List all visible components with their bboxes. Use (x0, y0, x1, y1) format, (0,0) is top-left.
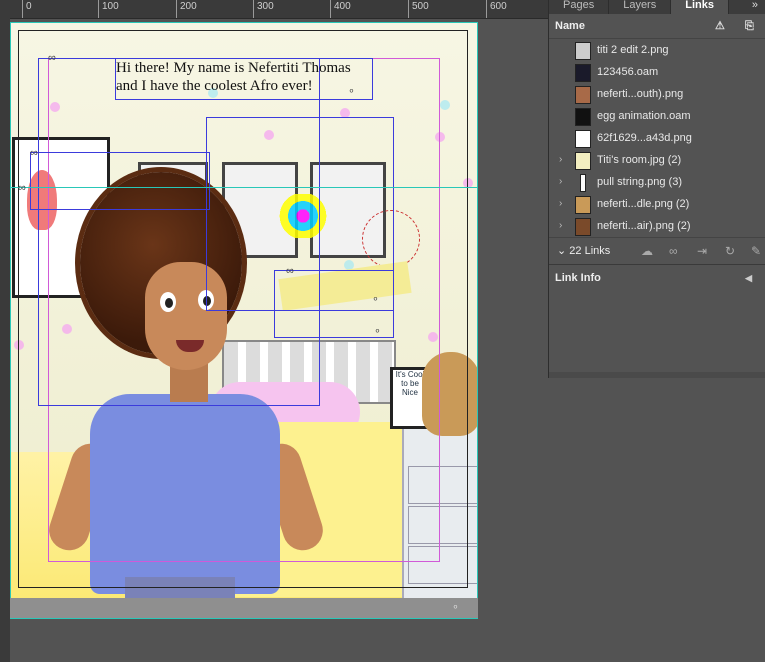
expand-icon[interactable]: › (559, 215, 562, 237)
link-name: neferti...air).png (2) (597, 220, 691, 232)
links-toolbar: ⌄ 22 Links ☁ ∞ ⇥ ↻ ✎ (549, 237, 765, 264)
link-chain-icon: ∞ (48, 52, 56, 64)
panel-resize-grip[interactable] (549, 372, 765, 378)
link-row[interactable]: 62f1629...a43d.png (549, 127, 765, 149)
page-icon[interactable]: ⎘ (745, 14, 754, 38)
thumbnail-icon (575, 64, 591, 82)
link-row[interactable]: neferti...outh).png (549, 83, 765, 105)
link-row[interactable]: › neferti...dle.png (2) (549, 193, 765, 215)
story-text-frame[interactable]: Hi there! My name is Nefertiti Thomas an… (115, 58, 373, 100)
triangle-icon[interactable]: ◀ (745, 265, 752, 291)
link-row[interactable]: 123456.oam (549, 61, 765, 83)
content-grabber-icon[interactable]: ∘ (372, 292, 379, 305)
thumbnail-icon (580, 174, 586, 192)
link-name: neferti...outh).png (597, 88, 684, 100)
link-row[interactable]: › neferti...air).png (2) (549, 215, 765, 237)
horizontal-ruler: 0 100 200 300 400 500 600 (0, 0, 548, 19)
link-name: Titi's room.jpg (2) (597, 154, 682, 166)
edit-original-icon[interactable]: ✎ (751, 238, 761, 264)
expand-icon[interactable]: › (559, 193, 562, 215)
ruler-tick: 0 (22, 0, 32, 18)
warning-icon[interactable]: ⚠ (715, 14, 725, 38)
thumbnail-icon (575, 108, 591, 126)
ruler-tick: 500 (408, 0, 429, 18)
link-chain-icon: ∞ (18, 182, 26, 194)
ruler-tick: 400 (330, 0, 351, 18)
link-row[interactable]: egg animation.oam (549, 105, 765, 127)
links-panel: Pages Layers Links » Name ⚠ ⎘ titi 2 edi… (548, 0, 765, 378)
panel-tabs: Pages Layers Links » (549, 0, 765, 14)
link-name: 123456.oam (597, 66, 659, 78)
go-to-link-icon[interactable]: ⇥ (697, 238, 707, 264)
links-count: 22 Links (569, 245, 611, 257)
tab-links[interactable]: Links (671, 0, 729, 14)
tab-pages[interactable]: Pages (549, 0, 610, 14)
cloud-icon[interactable]: ☁ (641, 238, 653, 264)
thumbnail-icon (575, 152, 591, 170)
link-row[interactable]: titi 2 edit 2.png (549, 39, 765, 61)
thumbnail-icon (575, 42, 591, 60)
link-name: neferti...dle.png (2) (597, 198, 690, 210)
expand-icon[interactable]: › (559, 171, 562, 193)
ruler-tick: 600 (486, 0, 507, 18)
content-grabber-icon[interactable]: ∘ (452, 600, 459, 613)
link-name: titi 2 edit 2.png (597, 44, 669, 56)
collapse-icon[interactable]: ⌄ (557, 245, 566, 257)
expand-icon[interactable]: › (559, 149, 562, 171)
thumbnail-icon (575, 218, 591, 236)
update-link-icon[interactable]: ↻ (725, 238, 735, 264)
document-page[interactable]: It's Cool to be Nice Hi there! My name i… (10, 22, 478, 619)
link-info-header[interactable]: Link Info ◀ (549, 264, 765, 291)
pasteboard (10, 598, 478, 618)
link-row[interactable]: › pull string.png (3) (549, 171, 765, 193)
link-name: egg animation.oam (597, 110, 691, 122)
link-row[interactable]: › Titi's room.jpg (2) (549, 149, 765, 171)
tab-layers[interactable]: Layers (609, 0, 672, 14)
name-column-label[interactable]: Name (555, 20, 585, 32)
link-chain-icon: ∞ (30, 147, 38, 159)
link-name: pull string.png (3) (597, 176, 682, 188)
vertical-ruler (0, 18, 10, 662)
ruler-tick: 100 (98, 0, 119, 18)
thumbnail-icon (575, 86, 591, 104)
links-column-header[interactable]: Name ⚠ ⎘ (549, 14, 765, 39)
ruler-tick: 200 (176, 0, 197, 18)
link-name: 62f1629...a43d.png (597, 132, 692, 144)
page-bleed (10, 22, 478, 619)
ruler-tick: 300 (253, 0, 274, 18)
content-grabber-icon[interactable]: ∘ (374, 324, 381, 337)
panel-menu-icon[interactable]: » (744, 0, 765, 14)
content-grabber-icon[interactable]: ∘ (348, 84, 355, 97)
thumbnail-icon (575, 196, 591, 214)
relink-icon[interactable]: ∞ (669, 238, 678, 264)
thumbnail-icon (575, 130, 591, 148)
link-info-label: Link Info (555, 272, 601, 284)
link-chain-icon: ∞ (286, 265, 294, 277)
